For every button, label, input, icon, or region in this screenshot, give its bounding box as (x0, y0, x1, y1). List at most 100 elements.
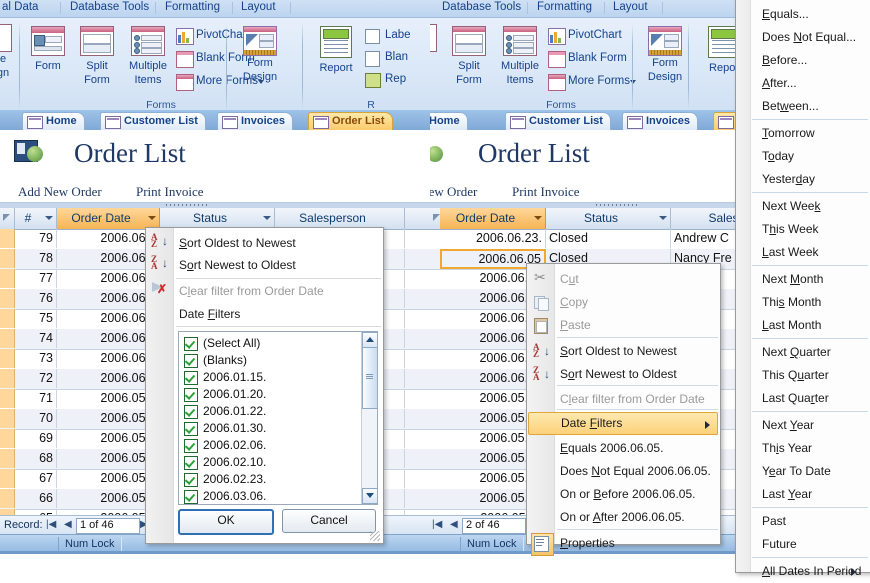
chevron-down-icon[interactable] (148, 216, 156, 220)
cell-order-date[interactable]: 2006.06.23. (440, 229, 546, 248)
submenu-item-last-month[interactable]: Last Month (737, 314, 821, 337)
record-position-input[interactable]: 2 of 46 (462, 518, 526, 534)
cell-number[interactable]: 78 (14, 249, 57, 268)
doc-tab-customer-list[interactable]: Customer List (505, 112, 611, 131)
chevron-down-icon[interactable] (630, 80, 636, 84)
checkbox[interactable] (184, 473, 198, 487)
checkbox[interactable] (184, 337, 198, 351)
cell-number[interactable]: 74 (14, 329, 57, 348)
chevron-down-icon[interactable] (45, 216, 53, 220)
ribbon-tab-database-tools[interactable]: Database Tools (442, 1, 521, 13)
menu-item-on-or-before-2006-06-05[interactable]: On or Before 2006.06.05. (528, 483, 695, 506)
checkbox[interactable] (184, 354, 198, 368)
scroll-thumb[interactable] (362, 347, 377, 409)
chevron-down-icon[interactable] (534, 216, 542, 220)
row-selector[interactable] (0, 269, 15, 288)
column-header-status[interactable]: Status (160, 208, 275, 229)
menu-item-does-not-equal-2006-06-05[interactable]: Does Not Equal 2006.06.05. (528, 460, 711, 483)
column-header-order-date[interactable]: Order Date (440, 208, 546, 229)
previous-record-button[interactable]: ◀ (64, 519, 72, 530)
submenu-item-last-week[interactable]: Last Week (737, 241, 819, 264)
ribbon-tab-layout[interactable]: Layout (613, 1, 648, 13)
doc-tab-home[interactable]: Home (22, 112, 85, 131)
context-menu[interactable]: Cut ✂ Copy Paste Sort Oldest to Newest A Z ↓ Sor… (526, 263, 721, 556)
menu-item-date-filters[interactable]: Date Filters (147, 303, 240, 325)
multiple-items-button[interactable]: Multiple Items (492, 26, 548, 86)
menu-item-sort-newest-to-oldest[interactable]: Sort Newest to Oldest (528, 363, 677, 386)
submenu-item-this-quarter[interactable]: This Quarter (737, 364, 829, 387)
row-selector[interactable] (0, 409, 15, 428)
submenu-item-next-year[interactable]: Next Year (737, 414, 814, 437)
checkbox[interactable] (184, 422, 198, 436)
ribbon-tab-formatting[interactable]: Formatting (165, 1, 220, 13)
scroll-up-button[interactable] (362, 332, 377, 348)
column-header-status[interactable]: Status (546, 208, 671, 229)
row-selector[interactable] (0, 469, 15, 488)
select-all-corner[interactable] (0, 208, 15, 229)
form-design-button[interactable]: Form Design (639, 26, 691, 83)
cell-status[interactable]: Closed (546, 229, 671, 248)
checkbox[interactable] (184, 405, 198, 419)
print-invoice-link[interactable]: Print Invoice (136, 184, 204, 200)
row-selector[interactable] (0, 429, 15, 448)
submenu-item-yesterday[interactable]: Yesterday (737, 168, 815, 191)
add-new-order-link[interactable]: lew Order (430, 184, 477, 200)
row-selector[interactable] (0, 249, 15, 268)
form-design-button[interactable]: Form Design (234, 26, 286, 83)
cell-number[interactable]: 70 (14, 409, 57, 428)
resize-grip[interactable] (370, 531, 380, 541)
doc-tab-customer-list[interactable]: Customer List (100, 112, 206, 131)
row-selector[interactable] (0, 329, 15, 348)
menu-item-equals-2006-06-05[interactable]: Equals 2006.06.05. (528, 437, 663, 460)
submenu-item-this-month[interactable]: This Month (737, 291, 821, 314)
submenu-item-next-quarter[interactable]: Next Quarter (737, 341, 831, 364)
column-header-salesperson[interactable]: Salesperson (275, 208, 405, 229)
menu-item-sort-newest-to-oldest[interactable]: Sort Newest to Oldest (147, 254, 296, 276)
row-selector[interactable] (0, 369, 15, 388)
cell-number[interactable]: 77 (14, 269, 57, 288)
print-invoice-link[interactable]: Print Invoice (512, 184, 580, 200)
cell-number[interactable]: 79 (14, 229, 57, 248)
row-selector[interactable] (0, 229, 15, 248)
report-button[interactable]: Report (310, 26, 362, 75)
first-record-button[interactable]: |◀ (432, 519, 442, 530)
submenu-item-after[interactable]: After... (737, 72, 797, 95)
cell-number[interactable]: 66 (14, 489, 57, 508)
split-form-button[interactable]: Split Form (74, 26, 120, 86)
column-header-order-date[interactable]: Order Date (57, 208, 160, 229)
doc-tab-home[interactable]: Home (430, 112, 468, 131)
menu-item-sort-oldest-to-newest[interactable]: Sort Oldest to Newest (147, 232, 296, 254)
row-selector[interactable] (0, 489, 15, 508)
first-record-button[interactable]: |◀ (46, 519, 56, 530)
cell-number[interactable]: 73 (14, 349, 57, 368)
cell-number[interactable]: 69 (14, 429, 57, 448)
date-filters-submenu[interactable]: Equals... Does Not Equal... Before... After… (735, 0, 870, 578)
ribbon-tab-external-data[interactable]: al Data (2, 1, 38, 13)
submenu-item-between[interactable]: Between... (737, 95, 819, 118)
doc-tab-invoices[interactable]: Invoices (622, 112, 699, 131)
scroll-down-button[interactable] (362, 488, 377, 504)
cell-number[interactable]: 75 (14, 309, 57, 328)
submenu-item-this-week[interactable]: This Week (737, 218, 819, 241)
cell-number[interactable]: 76 (14, 289, 57, 308)
clipped-group-button[interactable]: e gn (0, 24, 18, 79)
submenu-item-this-year[interactable]: This Year (737, 437, 812, 460)
menu-item-on-or-after-2006-06-05[interactable]: On or After 2006.06.05. (528, 506, 685, 529)
filter-value-list[interactable]: (Select All) (Blanks) 2006.01.15. 2006.01.2… (178, 331, 378, 505)
ribbon-tab-formatting[interactable]: Formatting (537, 1, 592, 13)
add-new-order-link[interactable]: Add New Order (18, 184, 102, 200)
checkbox[interactable] (184, 388, 198, 402)
cell-number[interactable]: 68 (14, 449, 57, 468)
checkbox[interactable] (184, 456, 198, 470)
menu-item-date-filters[interactable]: Date Filters (528, 412, 718, 435)
doc-tab-order-list[interactable]: Order List (308, 112, 393, 131)
cancel-button[interactable]: Cancel (282, 509, 376, 533)
submenu-item-year-to-date[interactable]: Year To Date (737, 460, 831, 483)
cell-number[interactable]: 72 (14, 369, 57, 388)
cell-number[interactable]: 71 (14, 389, 57, 408)
checkbox[interactable] (184, 439, 198, 453)
row-selector[interactable] (0, 349, 15, 368)
submenu-item-last-quarter[interactable]: Last Quarter (737, 387, 829, 410)
checkbox[interactable] (184, 490, 198, 504)
row-selector[interactable] (0, 289, 15, 308)
